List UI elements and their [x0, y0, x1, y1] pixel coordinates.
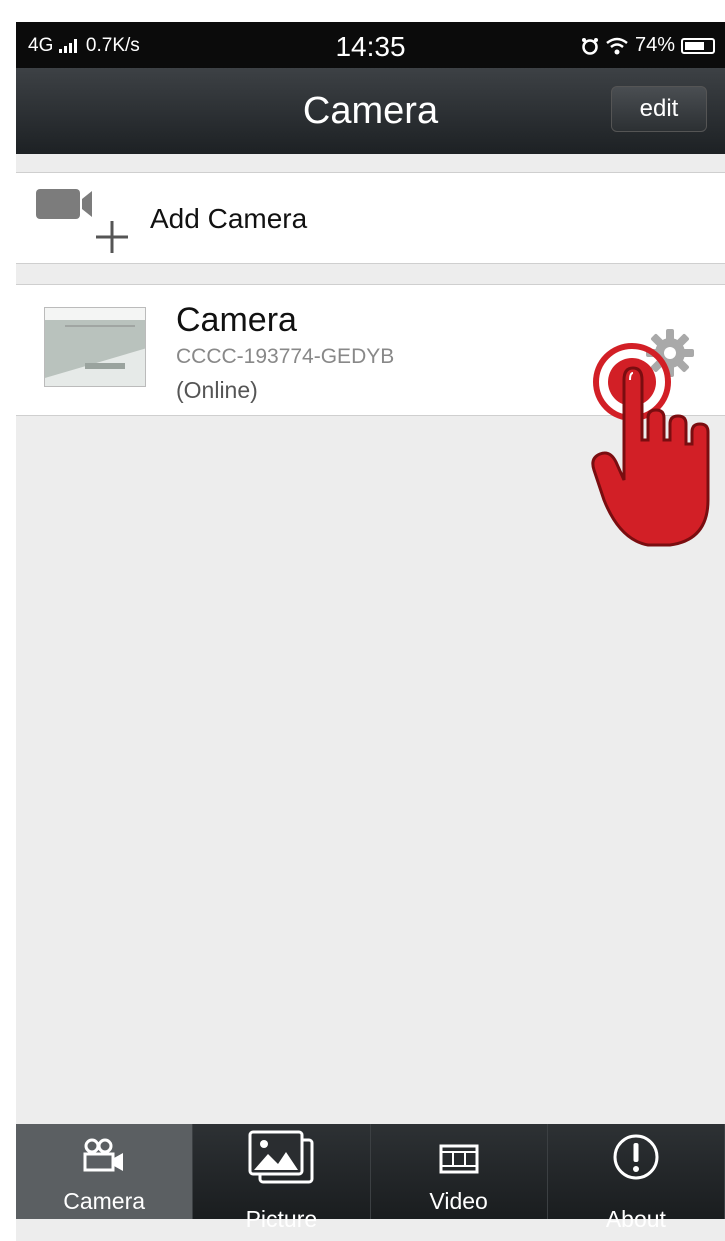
alarm-icon [581, 37, 598, 55]
picture-icon [248, 1130, 314, 1184]
tab-label: Camera [63, 1188, 146, 1214]
phone-screen: 4G 0.7K/s 14:35 74% Camera edit Add Came… [16, 22, 725, 1241]
camera-id: CCCC-193774-GEDYB [176, 345, 395, 368]
camera-tab-icon [83, 1138, 124, 1172]
camera-status: (Online) [176, 377, 258, 403]
tab-picture[interactable]: Picture [193, 1124, 371, 1232]
battery-icon [681, 37, 715, 54]
tab-bar: Camera Picture Video About [16, 1124, 725, 1232]
film-icon [439, 1144, 479, 1174]
battery-percent: 74% [634, 34, 675, 56]
tab-label: Picture [245, 1206, 318, 1232]
edit-button[interactable]: edit [611, 86, 707, 132]
add-camera-label: Add Camera [150, 203, 308, 234]
tap-hand-icon [591, 343, 710, 547]
status-bar: 4G 0.7K/s 14:35 74% [16, 22, 725, 68]
wifi-icon [606, 37, 628, 54]
tab-camera[interactable]: Camera [16, 1124, 194, 1219]
tab-video[interactable]: Video [371, 1124, 548, 1219]
status-right: 74% [581, 34, 715, 57]
nav-bar: Camera edit [16, 68, 725, 154]
tab-label: Video [429, 1188, 488, 1214]
info-icon [613, 1134, 659, 1180]
tab-about[interactable]: About [548, 1124, 725, 1232]
camera-name: Camera [176, 301, 297, 339]
add-camera-icon [36, 189, 128, 253]
tab-label: About [605, 1206, 666, 1232]
thumbnail-image [45, 308, 145, 386]
add-camera-row[interactable]: Add Camera [16, 172, 725, 264]
camera-thumbnail [44, 307, 146, 387]
